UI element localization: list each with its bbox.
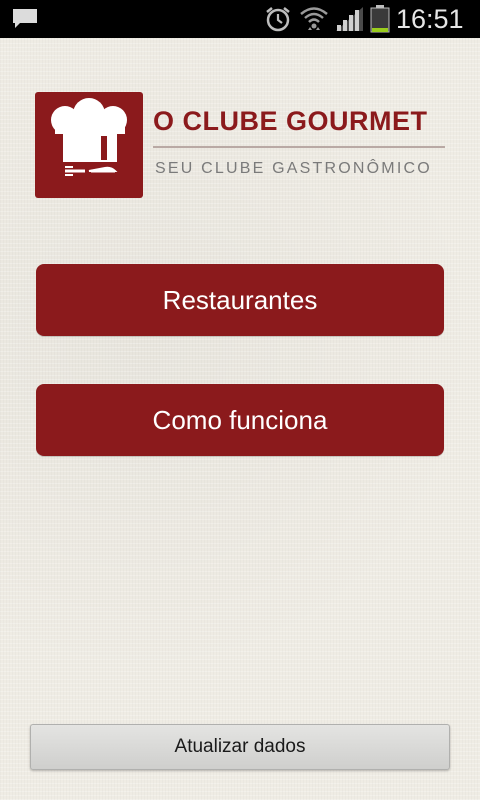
notification-icon xyxy=(13,9,37,28)
app-logo: O CLUBE GOURMET SEU CLUBE GASTRONÔMICO xyxy=(35,92,445,200)
chef-hat-icon xyxy=(35,92,143,198)
alarm-icon xyxy=(266,7,290,32)
battery-icon xyxy=(370,5,390,33)
status-clock: 16:51 xyxy=(396,4,464,34)
logo-subtitle: SEU CLUBE GASTRONÔMICO xyxy=(155,160,432,177)
logo-divider xyxy=(153,146,445,148)
main-content: O CLUBE GOURMET SEU CLUBE GASTRONÔMICO R… xyxy=(0,38,480,800)
how-it-works-button[interactable]: Como funciona xyxy=(36,384,444,456)
logo-title: O CLUBE GOURMET xyxy=(153,106,428,136)
wifi-icon xyxy=(300,7,328,30)
update-data-button[interactable]: Atualizar dados xyxy=(30,724,450,770)
restaurants-button[interactable]: Restaurantes xyxy=(36,264,444,336)
status-bar: 16:51 xyxy=(0,0,480,38)
signal-icon xyxy=(336,7,363,31)
